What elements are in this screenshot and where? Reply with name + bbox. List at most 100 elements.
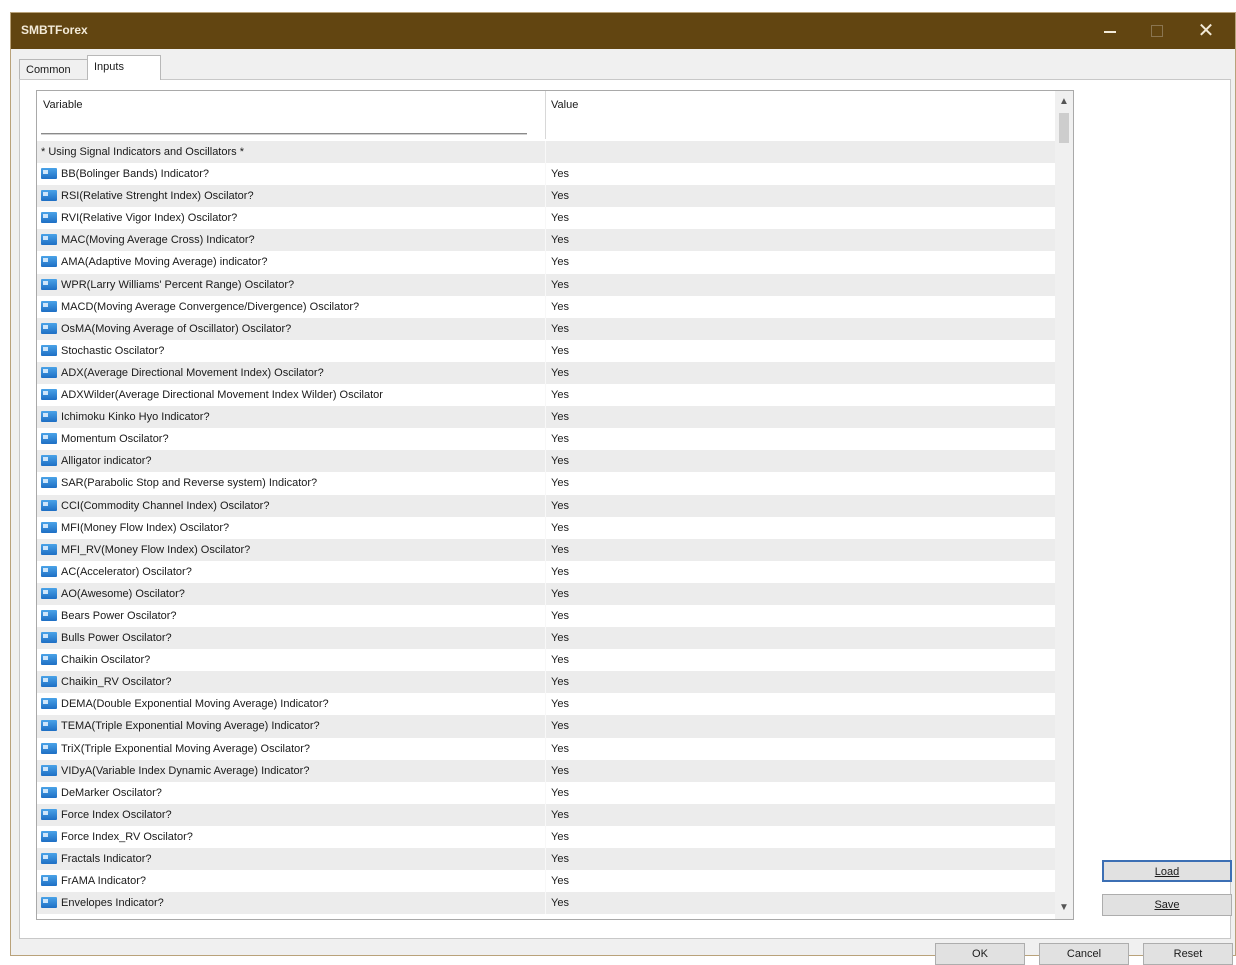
value-cell[interactable]: Yes [551, 207, 569, 229]
value-cell[interactable]: Yes [551, 362, 569, 384]
table-row[interactable]: MFI_RV(Money Flow Index) Oscilator? Yes [37, 538, 1057, 561]
variable-cell[interactable]: WPR(Larry Williams' Percent Range) Oscil… [61, 274, 294, 296]
value-cell[interactable]: Yes [551, 450, 569, 472]
column-header-variable[interactable]: Variable [43, 99, 83, 111]
value-cell[interactable]: Yes [551, 296, 569, 318]
tab-common[interactable]: Common [19, 59, 93, 80]
table-row[interactable]: Force Index_RV Oscilator? Yes [37, 825, 1057, 848]
variable-cell[interactable]: TriX(Triple Exponential Moving Average) … [61, 738, 310, 760]
table-row[interactable]: Envelopes Indicator? Yes [37, 892, 1057, 915]
variable-cell[interactable]: VIDyA(Variable Index Dynamic Average) In… [61, 760, 309, 782]
variable-cell[interactable]: MFI_RV(Money Flow Index) Oscilator? [61, 539, 250, 561]
variable-cell[interactable]: Chaikin_RV Oscilator? [61, 671, 171, 693]
column-header-value[interactable]: Value [551, 99, 578, 111]
variable-cell[interactable]: CCI(Commodity Channel Index) Oscilator? [61, 495, 269, 517]
variable-cell[interactable]: Envelopes Indicator? [61, 892, 164, 914]
table-row[interactable]: WPR(Larry Williams' Percent Range) Oscil… [37, 273, 1057, 296]
variable-cell[interactable]: MAC(Moving Average Cross) Indicator? [61, 229, 255, 251]
variable-cell[interactable]: DeMarker Oscilator? [61, 782, 162, 804]
variable-cell[interactable]: Chaikin Oscilator? [61, 649, 150, 671]
table-row[interactable]: Momentum Oscilator? Yes [37, 428, 1057, 451]
table-row[interactable]: TEMA(Triple Exponential Moving Average) … [37, 715, 1057, 738]
value-cell[interactable]: Yes [551, 715, 569, 737]
value-cell[interactable]: Yes [551, 229, 569, 251]
minimize-icon[interactable] [1087, 13, 1133, 49]
table-row[interactable]: ADXWilder(Average Directional Movement I… [37, 384, 1057, 407]
close-icon[interactable]: ✕ [1183, 13, 1229, 49]
table-row[interactable]: Chaikin_RV Oscilator? Yes [37, 671, 1057, 694]
variable-cell[interactable]: ADXWilder(Average Directional Movement I… [61, 384, 383, 406]
scroll-up-icon[interactable]: ▲ [1055, 93, 1073, 111]
value-cell[interactable]: Yes [551, 826, 569, 848]
value-cell[interactable]: Yes [551, 583, 569, 605]
variable-cell[interactable]: Bears Power Oscilator? [61, 605, 177, 627]
column-separator[interactable] [545, 91, 546, 139]
table-row[interactable]: AMA(Adaptive Moving Average) indicator? Y… [37, 251, 1057, 274]
table-row[interactable]: MAC(Moving Average Cross) Indicator? Yes [37, 229, 1057, 252]
variable-cell[interactable]: TEMA(Triple Exponential Moving Average) … [61, 715, 320, 737]
variable-cell[interactable]: SAR(Parabolic Stop and Reverse system) I… [61, 472, 317, 494]
table-row[interactable]: Ichimoku Kinko Hyo Indicator? Yes [37, 406, 1057, 429]
value-cell[interactable]: Yes [551, 848, 569, 870]
value-cell[interactable]: Yes [551, 738, 569, 760]
table-row[interactable]: DeMarker Oscilator? Yes [37, 781, 1057, 804]
table-row[interactable]: DEMA(Double Exponential Moving Average) … [37, 693, 1057, 716]
value-cell[interactable]: Yes [551, 605, 569, 627]
table-row[interactable]: MACD(Moving Average Convergence/Divergen… [37, 295, 1057, 318]
section-heading-row[interactable]: * Using Signal Indicators and Oscillator… [37, 141, 1057, 164]
table-row[interactable]: Chaikin Oscilator? Yes [37, 649, 1057, 672]
reset-button[interactable]: Reset [1143, 943, 1233, 965]
variable-cell[interactable]: RSI(Relative Strenght Index) Oscilator? [61, 185, 254, 207]
value-cell[interactable]: Yes [551, 185, 569, 207]
table-row[interactable]: Force Index Oscilator? Yes [37, 803, 1057, 826]
variable-cell[interactable]: DEMA(Double Exponential Moving Average) … [61, 693, 329, 715]
title-bar[interactable]: SMBTForex ✕ [11, 13, 1235, 49]
variable-cell[interactable]: Stochastic Oscilator? [61, 340, 164, 362]
load-button[interactable]: Load [1102, 860, 1232, 882]
table-row[interactable]: FrAMA Indicator? Yes [37, 870, 1057, 893]
variable-cell[interactable]: BB(Bolinger Bands) Indicator? [61, 163, 209, 185]
variable-cell[interactable]: MFI(Money Flow Index) Oscilator? [61, 517, 229, 539]
value-cell[interactable]: Yes [551, 760, 569, 782]
value-cell[interactable]: Yes [551, 870, 569, 892]
value-cell[interactable]: Yes [551, 340, 569, 362]
table-row[interactable]: Stochastic Oscilator? Yes [37, 339, 1057, 362]
vertical-scrollbar[interactable]: ▲ ▼ [1055, 91, 1073, 919]
table-row[interactable]: RVI(Relative Vigor Index) Oscilator? Yes [37, 207, 1057, 230]
value-cell[interactable]: Yes [551, 539, 569, 561]
ok-button[interactable]: OK [935, 943, 1025, 965]
value-cell[interactable]: Yes [551, 561, 569, 583]
variable-cell[interactable]: Force Index_RV Oscilator? [61, 826, 193, 848]
variable-cell[interactable]: FrAMA Indicator? [61, 870, 146, 892]
table-row[interactable]: AC(Accelerator) Oscilator? Yes [37, 560, 1057, 583]
table-row[interactable]: Bulls Power Oscilator? Yes [37, 627, 1057, 650]
table-row[interactable]: AO(Awesome) Oscilator? Yes [37, 582, 1057, 605]
table-row[interactable]: RSI(Relative Strenght Index) Oscilator? Y… [37, 185, 1057, 208]
table-row[interactable]: BB(Bolinger Bands) Indicator? Yes [37, 163, 1057, 186]
scroll-thumb[interactable] [1059, 113, 1069, 143]
value-cell[interactable]: Yes [551, 495, 569, 517]
table-row[interactable]: SAR(Parabolic Stop and Reverse system) I… [37, 472, 1057, 495]
table-row[interactable]: CCI(Commodity Channel Index) Oscilator? Y… [37, 494, 1057, 517]
variable-cell[interactable]: OsMA(Moving Average of Oscillator) Oscil… [61, 318, 291, 340]
table-row[interactable]: Fractals Indicator? Yes [37, 848, 1057, 871]
value-cell[interactable]: Yes [551, 627, 569, 649]
variable-cell[interactable]: ADX(Average Directional Movement Index) … [61, 362, 324, 384]
value-cell[interactable]: Yes [551, 318, 569, 340]
variable-cell[interactable]: Bulls Power Oscilator? [61, 627, 172, 649]
value-cell[interactable]: Yes [551, 517, 569, 539]
variable-cell[interactable]: RVI(Relative Vigor Index) Oscilator? [61, 207, 237, 229]
value-cell[interactable]: Yes [551, 693, 569, 715]
variable-cell[interactable]: Momentum Oscilator? [61, 428, 169, 450]
variable-cell[interactable]: Ichimoku Kinko Hyo Indicator? [61, 406, 210, 428]
variable-cell[interactable]: MACD(Moving Average Convergence/Divergen… [61, 296, 359, 318]
scroll-down-icon[interactable]: ▼ [1055, 899, 1073, 917]
table-row[interactable]: TriX(Triple Exponential Moving Average) … [37, 737, 1057, 760]
variable-cell[interactable]: Force Index Oscilator? [61, 804, 172, 826]
variable-cell[interactable]: AC(Accelerator) Oscilator? [61, 561, 192, 583]
value-cell[interactable]: Yes [551, 274, 569, 296]
value-cell[interactable]: Yes [551, 251, 569, 273]
save-button[interactable]: Save [1102, 894, 1232, 916]
maximize-icon[interactable] [1133, 13, 1179, 49]
variable-cell[interactable]: AO(Awesome) Oscilator? [61, 583, 185, 605]
